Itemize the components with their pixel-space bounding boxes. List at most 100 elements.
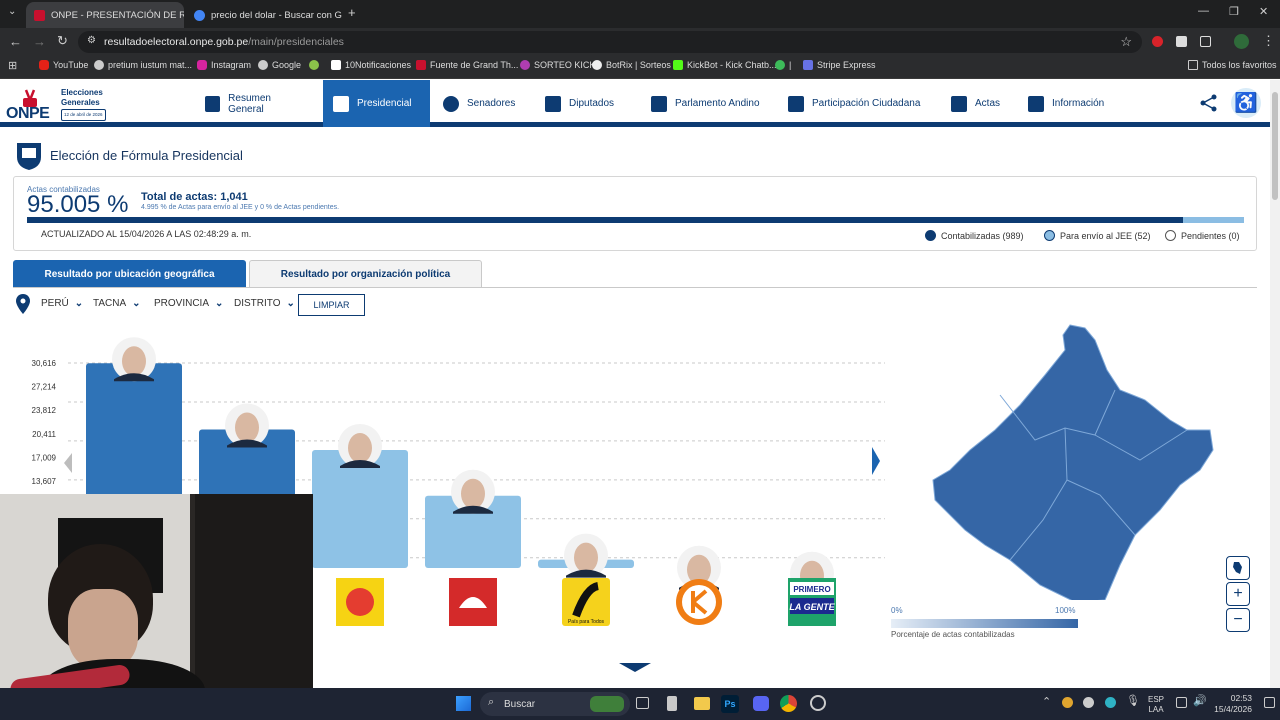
legend-dot bbox=[1044, 230, 1055, 241]
chart-prev-arrow-icon[interactable] bbox=[64, 453, 72, 473]
volume-icon[interactable]: 🔊 bbox=[1193, 694, 1207, 707]
chrome-icon[interactable] bbox=[780, 695, 797, 712]
show-hidden-icons-icon[interactable]: ⌃ bbox=[1042, 695, 1051, 708]
nav-actas[interactable]: Actas bbox=[941, 80, 1011, 127]
primero-logo-text: PRIMERO bbox=[793, 585, 830, 594]
network-icon[interactable] bbox=[1176, 697, 1187, 708]
bookmark-star-icon[interactable]: ☆ bbox=[1120, 34, 1132, 50]
file-explorer-icon[interactable] bbox=[694, 697, 710, 710]
bookmark-google[interactable]: Google bbox=[258, 60, 301, 70]
search-icon: ⌕ bbox=[488, 696, 495, 708]
menu-kebab-icon[interactable]: ⋮ bbox=[1262, 33, 1275, 49]
new-tab-icon[interactable]: + bbox=[348, 5, 356, 20]
tacna-region-map[interactable] bbox=[925, 320, 1215, 600]
y-tick-label: 20,411 bbox=[32, 430, 56, 439]
chevron-down-icon: ⌄ bbox=[286, 298, 295, 309]
map-legend-caption: Porcentaje de actas contabilizadas bbox=[891, 630, 1015, 639]
bookmark-10notificaciones[interactable]: 10Notificaciones bbox=[331, 60, 411, 70]
scroll-down-arrow-icon[interactable] bbox=[619, 663, 651, 672]
bookmark-instagram[interactable]: Instagram bbox=[197, 60, 251, 70]
back-icon[interactable]: ← bbox=[9, 34, 22, 49]
browser-tab-google[interactable]: precio del dolar - Buscar con G ✕ bbox=[186, 2, 344, 28]
share-icon[interactable] bbox=[1200, 94, 1218, 112]
all-bookmarks-folder[interactable]: Todos los favoritos bbox=[1188, 60, 1277, 70]
location-pin-icon bbox=[16, 294, 30, 314]
site-info-icon[interactable]: ⚙ bbox=[87, 35, 96, 46]
profile-avatar[interactable] bbox=[1234, 34, 1249, 49]
photoshop-icon[interactable]: Ps bbox=[721, 695, 739, 713]
extension-icon[interactable] bbox=[1176, 36, 1187, 47]
clock-time: 02:53 bbox=[1230, 693, 1252, 703]
forward-icon[interactable]: → bbox=[33, 34, 46, 49]
reload-icon[interactable]: ↻ bbox=[57, 33, 68, 49]
nav-informacion[interactable]: Información bbox=[1018, 80, 1118, 127]
extensions-puzzle-icon[interactable] bbox=[1200, 36, 1211, 47]
nav-resumen-general[interactable]: Resumen General bbox=[195, 80, 315, 127]
map-peru-button[interactable] bbox=[1226, 556, 1250, 580]
app-icon[interactable] bbox=[667, 696, 677, 711]
taskbar-search[interactable]: ⌕ Buscar bbox=[480, 692, 630, 716]
bookmark-youtube[interactable]: YouTube bbox=[39, 60, 88, 70]
clock[interactable]: 02:53 15/4/2026 bbox=[1212, 693, 1252, 715]
bookmark-stripe[interactable]: Stripe Express bbox=[803, 60, 876, 70]
bookmark-grand-theft[interactable]: Fuente de Grand Th... bbox=[416, 60, 518, 70]
peru-outline-icon bbox=[1233, 562, 1242, 574]
checklist-icon bbox=[951, 95, 967, 112]
minimize-icon[interactable]: — bbox=[1198, 5, 1209, 17]
folder-icon bbox=[1188, 60, 1198, 70]
app-icon[interactable] bbox=[810, 695, 826, 711]
tab-organizacion-politica[interactable]: Resultado por organización política bbox=[249, 260, 482, 288]
filter-region[interactable]: TACNA ⌄ bbox=[93, 298, 141, 309]
map-region-shape[interactable] bbox=[932, 324, 1214, 600]
onpe-favicon bbox=[34, 9, 45, 21]
url-bar[interactable]: ⚙ resultadoelectoral.onpe.gob.pe/main/pr… bbox=[78, 31, 1142, 53]
filter-pais[interactable]: PERÚ ⌄ bbox=[41, 298, 83, 309]
discord-icon[interactable] bbox=[753, 696, 769, 711]
map-zoom-in-button[interactable]: + bbox=[1226, 582, 1250, 606]
nav-senadores[interactable]: Senadores bbox=[433, 80, 533, 127]
onedrive-icon[interactable] bbox=[1083, 697, 1094, 708]
nav-diputados[interactable]: Diputados bbox=[535, 80, 635, 127]
microphone-icon[interactable]: 🎙 bbox=[1126, 694, 1140, 707]
page-scrollbar[interactable] bbox=[1270, 80, 1280, 688]
x-logo-icon bbox=[331, 60, 341, 70]
language-indicator[interactable]: ESP LAA bbox=[1148, 695, 1164, 715]
legend-dot bbox=[925, 230, 936, 241]
bookmark-extension-2[interactable]: | bbox=[775, 60, 791, 70]
address-toolbar: ← → ↻ ⚙ resultadoelectoral.onpe.gob.pe/m… bbox=[0, 28, 1280, 56]
close-window-icon[interactable]: ✕ bbox=[1259, 5, 1268, 18]
browser-tab-onpe[interactable]: ONPE - PRESENTACIÓN DE RES ✕ bbox=[26, 2, 184, 28]
restore-icon[interactable]: ❐ bbox=[1229, 5, 1239, 18]
building-icon bbox=[545, 95, 561, 112]
filter-provincia[interactable]: PROVINCIA ⌄ bbox=[154, 298, 223, 309]
extension-icon[interactable] bbox=[1152, 36, 1163, 47]
filter-distrito[interactable]: DISTRITO ⌄ bbox=[234, 298, 295, 309]
webcam-face bbox=[68, 589, 138, 669]
accessibility-icon[interactable]: ♿ bbox=[1231, 88, 1261, 118]
bookmark-sorteo-kick[interactable]: SORTEO KICK bbox=[520, 60, 595, 70]
nav-parlamento-andino[interactable]: Parlamento Andino bbox=[641, 80, 771, 127]
task-view-icon[interactable] bbox=[636, 697, 649, 709]
map-zoom-out-button[interactable]: − bbox=[1226, 608, 1250, 632]
leaf-icon bbox=[309, 60, 319, 70]
notifications-icon[interactable] bbox=[1264, 697, 1275, 708]
windows-start-icon[interactable] bbox=[456, 696, 471, 711]
senators-icon bbox=[443, 95, 459, 112]
nav-presidencial[interactable]: Presidencial bbox=[323, 80, 430, 127]
scrollbar-thumb[interactable] bbox=[1272, 92, 1278, 200]
bookmark-pretium[interactable]: pretium iustum mat... bbox=[94, 60, 192, 70]
nav-participacion-ciudadana[interactable]: Participación Ciudadana bbox=[778, 80, 938, 127]
apps-grid-icon[interactable]: ⊞ bbox=[8, 59, 17, 72]
bookmark-botrix[interactable]: BotRix | Sorteos bbox=[592, 60, 671, 70]
chart-next-arrow-icon[interactable] bbox=[872, 447, 880, 475]
google-icon bbox=[258, 60, 268, 70]
clear-filters-button[interactable]: LIMPIAR bbox=[298, 294, 365, 316]
info-icon bbox=[1028, 95, 1044, 112]
tab-ubicacion-geografica[interactable]: Resultado por ubicación geográfica bbox=[13, 260, 246, 288]
bookmark-extension[interactable] bbox=[309, 60, 319, 70]
bookmark-kickbot[interactable]: KickBot - Kick Chatb... bbox=[673, 60, 777, 70]
tab-search-icon[interactable]: ⌄ bbox=[8, 6, 16, 17]
tray-icon[interactable] bbox=[1062, 697, 1073, 708]
tray-icon[interactable] bbox=[1105, 697, 1116, 708]
onpe-logo[interactable]: ONPE bbox=[6, 86, 56, 122]
